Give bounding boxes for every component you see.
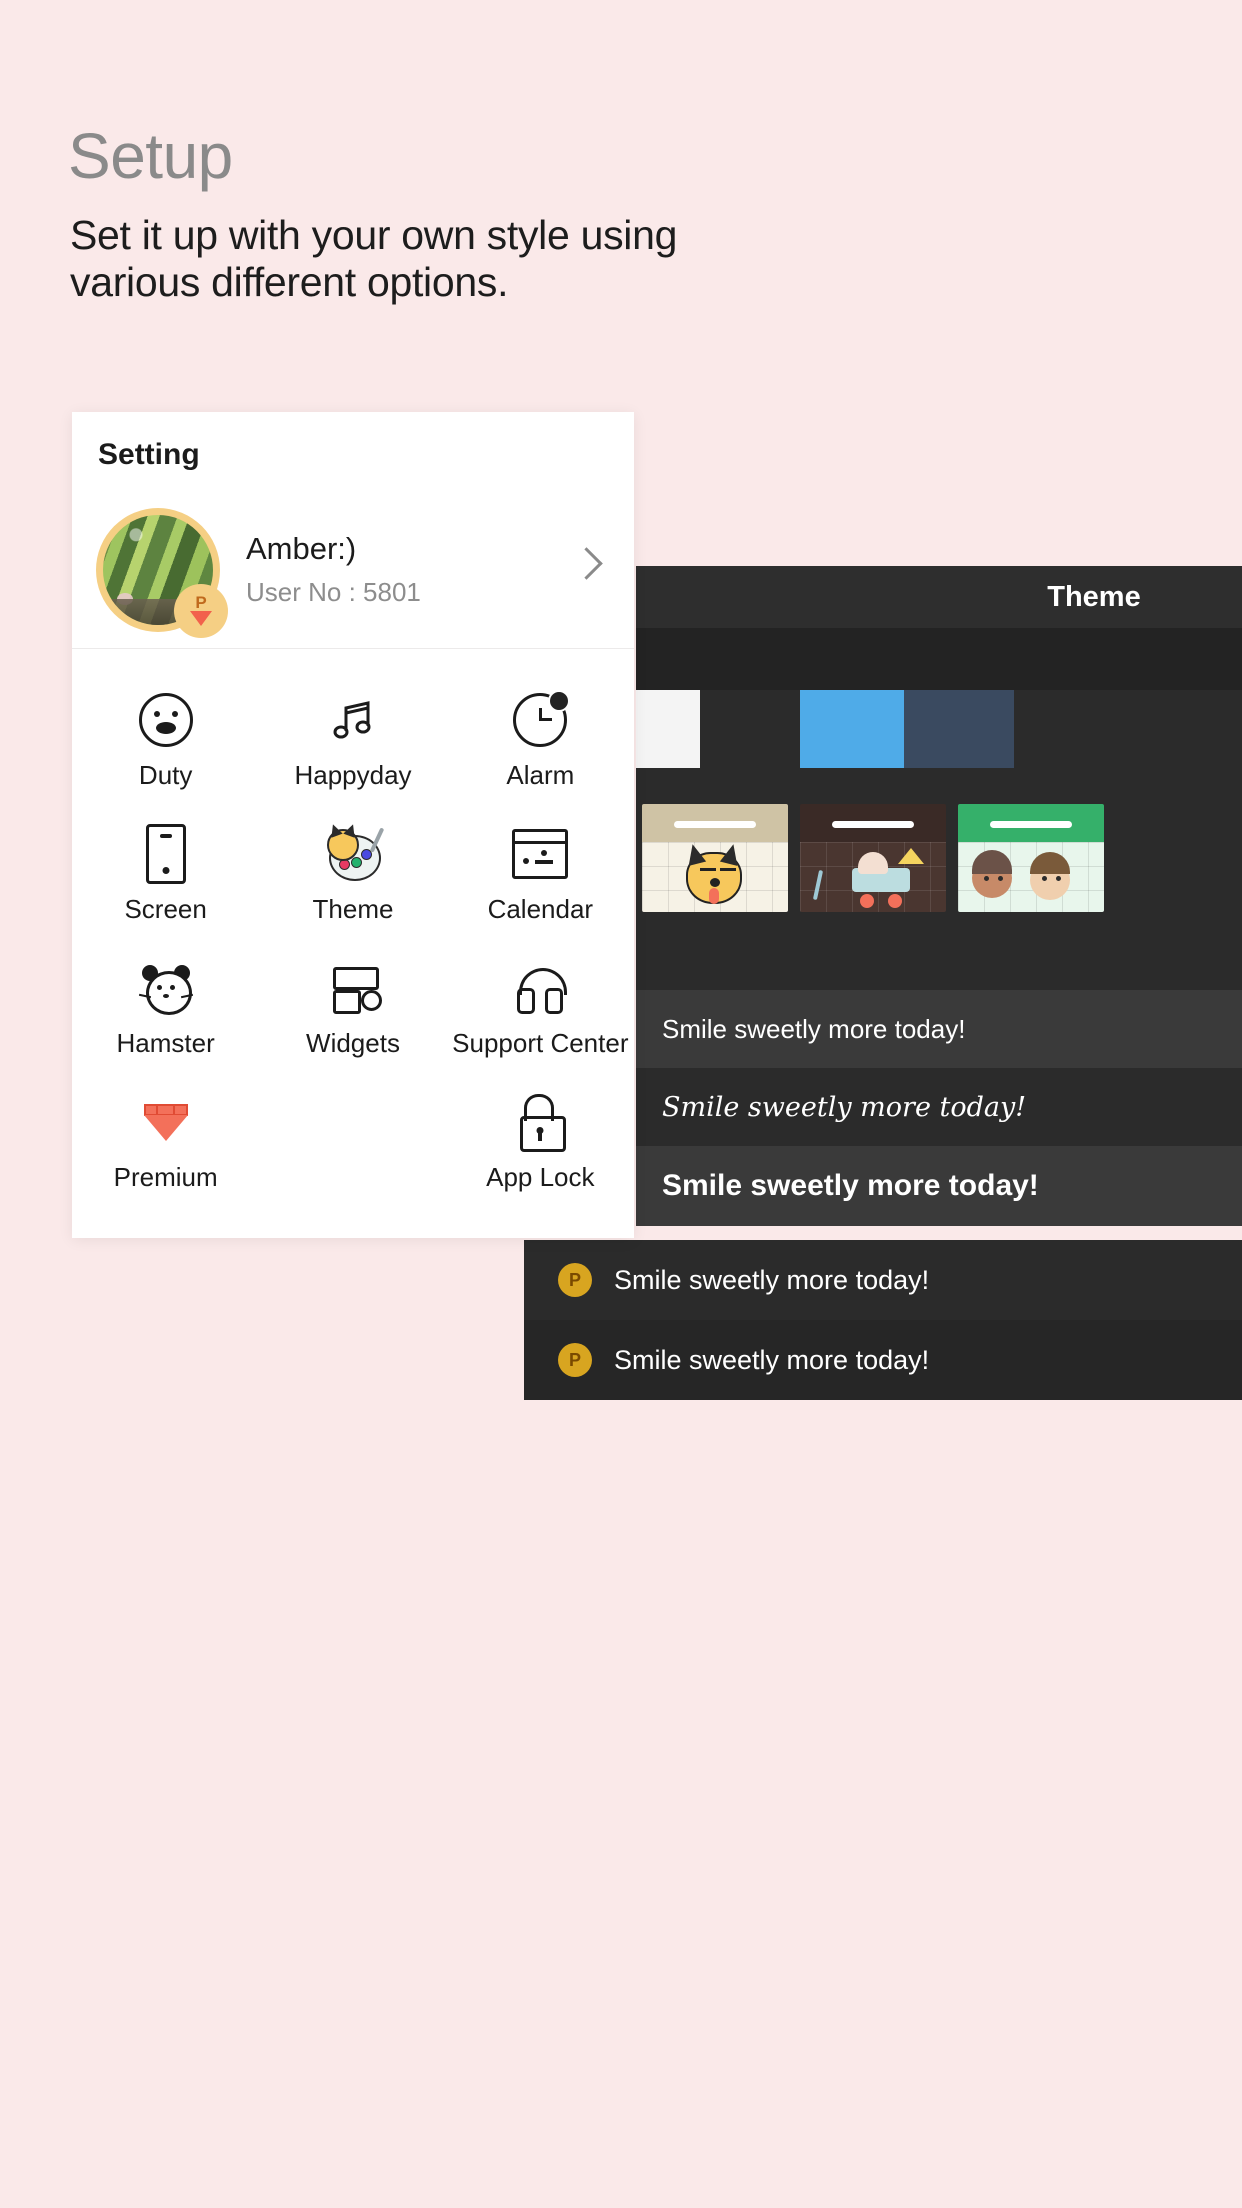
menu-item-app-lock[interactable]: App Lock <box>447 1076 634 1210</box>
face-icon <box>138 692 193 748</box>
diamond-icon <box>140 1094 192 1150</box>
music-note-icon <box>328 692 378 748</box>
widgets-icon <box>327 960 382 1016</box>
color-swatch-light[interactable] <box>636 690 700 768</box>
menu-item-label: Alarm <box>506 760 575 790</box>
message-text: Smile sweetly more today! <box>662 1013 966 1044</box>
premium-badge-icon: P <box>558 1343 592 1377</box>
list-item[interactable]: P Smile sweetly more today! <box>524 1320 1242 1400</box>
hamster-face-icon <box>138 960 193 1016</box>
menu-item-happyday[interactable]: Happyday <box>259 674 446 808</box>
unlocked-padlock-icon <box>518 1094 567 1152</box>
list-item[interactable]: P Smile sweetly more today! <box>524 1240 1242 1320</box>
menu-item-label: Theme <box>312 894 394 924</box>
theme-gap-1 <box>636 768 1242 804</box>
page-title: Setup <box>68 120 233 192</box>
headphones-icon <box>514 960 568 1016</box>
palette-icon <box>325 822 385 882</box>
dog-theme-thumb[interactable] <box>642 804 788 912</box>
theme-thumbnail-row[interactable] <box>636 804 1242 912</box>
avatar[interactable]: P <box>96 508 228 638</box>
color-swatch-dark[interactable] <box>700 690 800 768</box>
theme-panel-header: Theme <box>636 566 1242 628</box>
menu-item-label: Screen <box>124 894 207 924</box>
swatch-row-filler <box>1014 690 1242 768</box>
profile-user-no: User No : 5801 <box>246 577 421 607</box>
settings-menu-grid: Duty Happyday Alarm Screen Theme Calenda… <box>72 674 634 1210</box>
message-row[interactable]: Smile sweetly more today! <box>636 990 1242 1068</box>
message-row[interactable]: Smile sweetly more today! <box>636 1146 1242 1226</box>
menu-item-label: Widgets <box>306 1028 400 1058</box>
setting-card: Setting P Amber:) User No : 5801 Duty Ha… <box>72 412 634 1238</box>
divider <box>72 648 634 649</box>
menu-item-calendar[interactable]: Calendar <box>447 808 634 942</box>
clock-alarm-icon <box>513 690 571 748</box>
friends-theme-thumb[interactable] <box>958 804 1104 912</box>
message-text: Smile sweetly more today! <box>662 1091 1027 1123</box>
floating-message-list: P Smile sweetly more today! P Smile swee… <box>524 1240 1242 1400</box>
card-title: Setting <box>98 438 200 471</box>
menu-item-widgets[interactable]: Widgets <box>259 942 446 1076</box>
premium-badge-icon: P <box>174 584 228 638</box>
menu-item-theme[interactable]: Theme <box>259 808 446 942</box>
menu-item-support-center[interactable]: Support Center <box>447 942 634 1076</box>
theme-panel-title: Theme <box>1047 580 1141 613</box>
message-text: Smile sweetly more today! <box>662 1169 1039 1202</box>
profile-text: Amber:) User No : 5801 <box>246 529 421 611</box>
message-row[interactable]: Smile sweetly more today! <box>636 1068 1242 1146</box>
premium-badge-icon: P <box>558 1263 592 1297</box>
menu-item-label: Happyday <box>294 760 412 790</box>
color-swatch-blue[interactable] <box>800 690 904 768</box>
menu-item-label: Calendar <box>487 894 594 924</box>
wagon-theme-thumb[interactable] <box>800 804 946 912</box>
theme-message-list: Smile sweetly more today! Smile sweetly … <box>636 990 1242 1226</box>
menu-item-label: App Lock <box>486 1162 595 1192</box>
menu-item-alarm[interactable]: Alarm <box>447 674 634 808</box>
diamond-icon <box>190 611 212 626</box>
color-swatch-row[interactable] <box>636 690 1242 768</box>
menu-item-duty[interactable]: Duty <box>72 674 259 808</box>
theme-panel: Theme Smile sweetly more today! Smile sw… <box>636 566 1242 1226</box>
list-item-label: Smile sweetly more today! <box>614 1264 930 1295</box>
phone-screen-icon <box>145 824 186 884</box>
theme-subbar <box>636 628 1242 690</box>
page-subtitle: Set it up with your own style using vari… <box>70 212 678 305</box>
menu-item-premium[interactable]: Premium <box>72 1076 259 1210</box>
premium-badge-letter: P <box>195 593 207 612</box>
menu-item-label: Premium <box>113 1162 218 1192</box>
menu-item-screen[interactable]: Screen <box>72 808 259 942</box>
calendar-icon <box>512 826 569 882</box>
list-item-label: Smile sweetly more today! <box>614 1344 930 1375</box>
screen-root: Setup Set it up with your own style usin… <box>0 0 1242 2208</box>
color-swatch-navy[interactable] <box>904 690 1014 768</box>
profile-name: Amber:) <box>246 531 357 566</box>
profile-row[interactable]: P Amber:) User No : 5801 <box>72 494 634 646</box>
menu-item-label: Duty <box>138 760 193 790</box>
menu-item-label: Hamster <box>116 1028 215 1058</box>
menu-item-hamster[interactable]: Hamster <box>72 942 259 1076</box>
menu-item-label: Support Center <box>452 1028 629 1058</box>
chevron-right-icon[interactable] <box>570 547 603 580</box>
